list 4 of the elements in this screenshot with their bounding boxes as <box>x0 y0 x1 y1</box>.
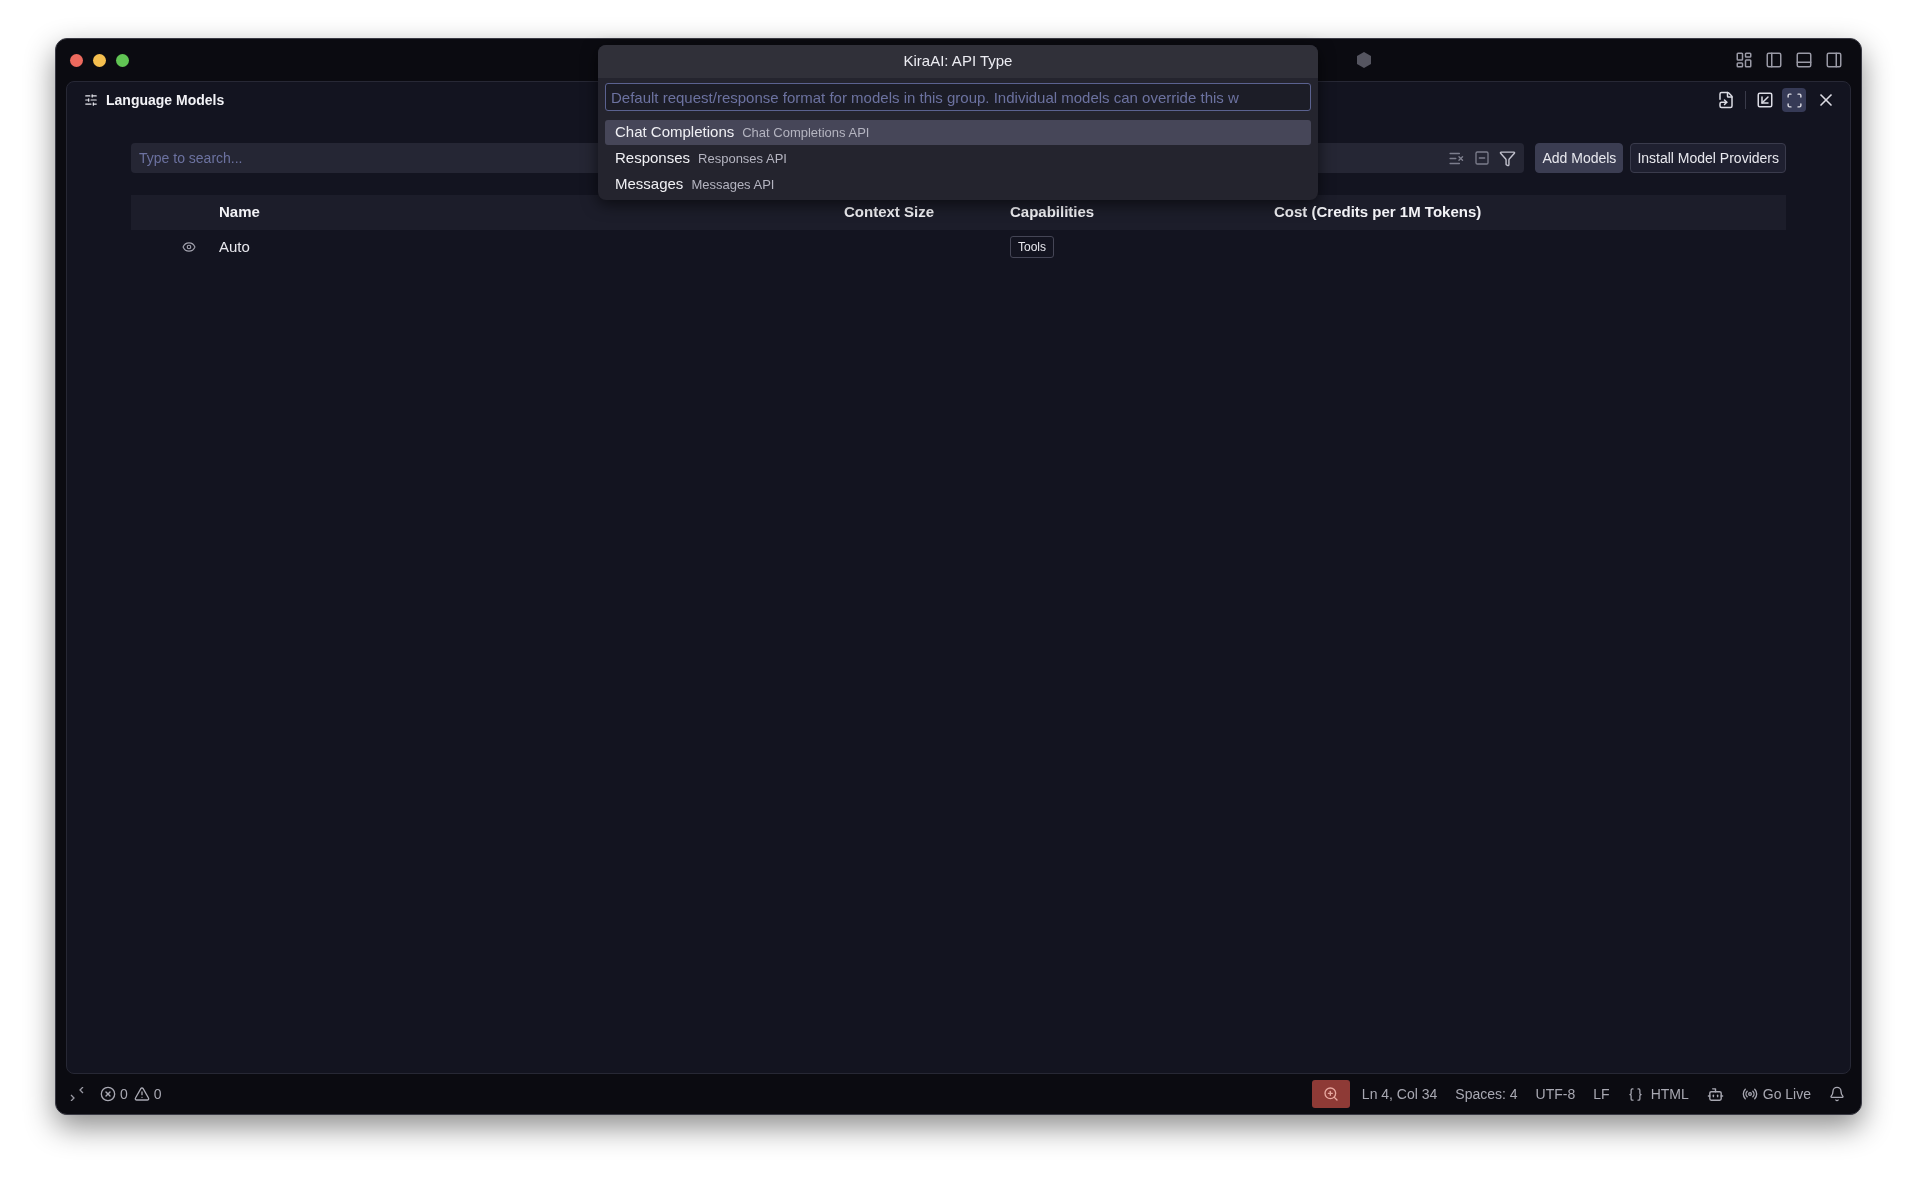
capability-tag: Tools <box>1010 236 1054 258</box>
quick-pick-title: KiraAI: API Type <box>903 51 1013 72</box>
panel-title: Language Models <box>106 90 225 110</box>
model-name: Auto <box>219 237 250 255</box>
